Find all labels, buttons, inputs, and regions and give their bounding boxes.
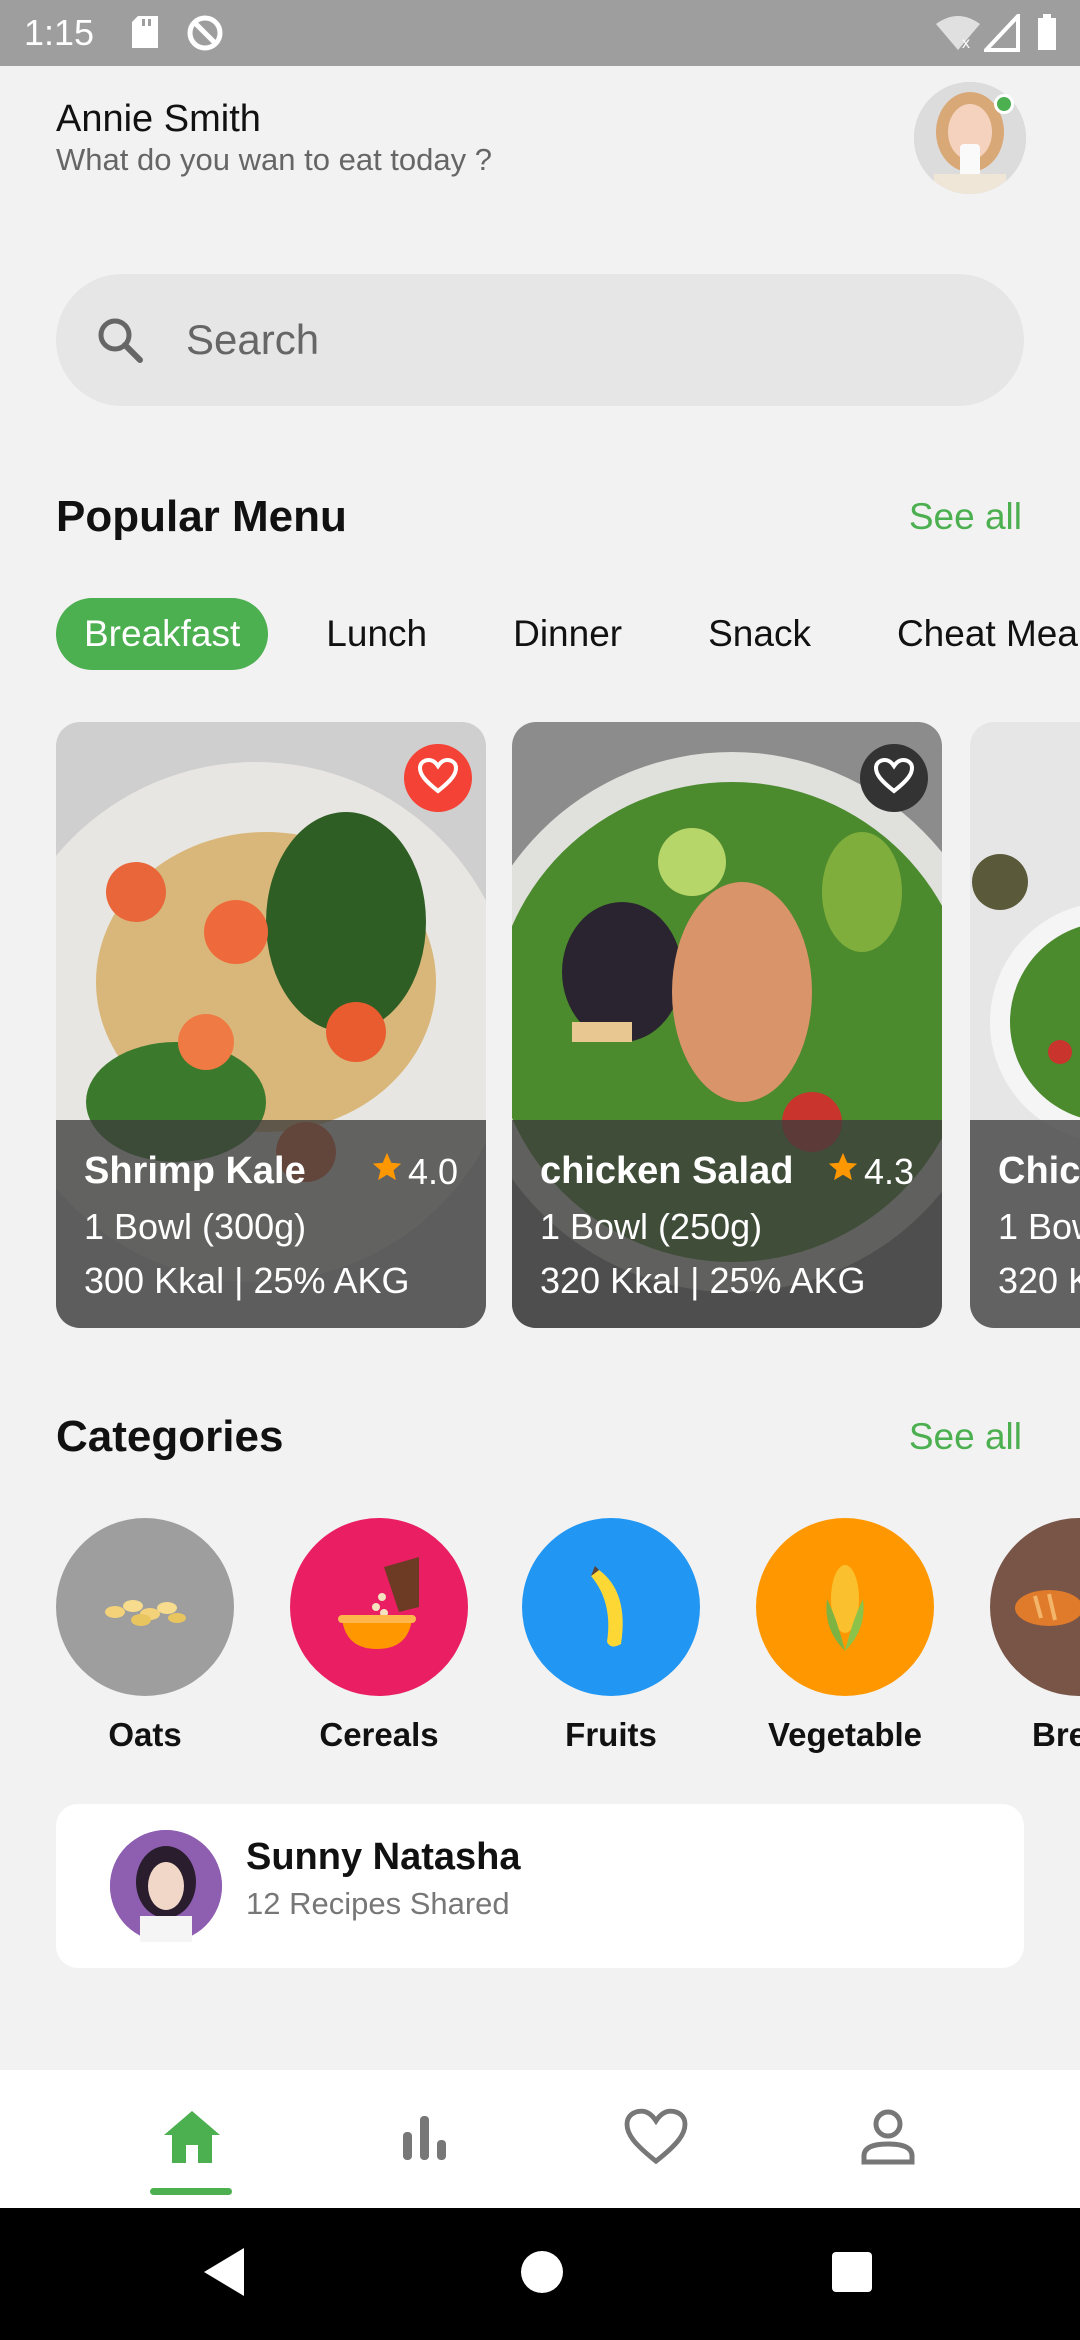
battery-icon — [1036, 14, 1058, 57]
nav-active-indicator — [150, 2188, 232, 2195]
card-calories: 320 Kkal | 25% AKG — [540, 1260, 866, 1301]
wifi-icon: x — [934, 14, 982, 57]
favorite-button[interactable] — [860, 744, 928, 812]
categories-see-all-link[interactable]: See all — [909, 1416, 1022, 1458]
card-info-panel: Chicken 1 Bowl 320 Kkal — [970, 1120, 1080, 1328]
card-portion: 1 Bowl (250g) — [540, 1206, 763, 1247]
person-icon — [860, 2108, 916, 2171]
menu-card-chicken-salad[interactable]: chicken Salad 4.3 1 Bowl (250g) 320 Kkal… — [512, 722, 942, 1328]
corn-icon — [756, 1518, 934, 1696]
author-name: Sunny Natasha — [246, 1836, 521, 1878]
category-oats[interactable]: Oats — [56, 1518, 234, 1754]
category-fruits[interactable]: Fruits — [522, 1518, 700, 1754]
greeting-subtitle: What do you wan to eat today ? — [56, 142, 492, 177]
cereal-bowl-icon — [290, 1518, 468, 1696]
nav-profile[interactable] — [848, 2104, 928, 2174]
svg-text:x: x — [962, 35, 970, 52]
rating-value: 4.3 — [863, 1150, 914, 1192]
heart-filled-icon — [417, 757, 459, 799]
system-navigation-bar — [0, 2208, 1080, 2340]
bottom-navigation — [0, 2070, 1080, 2208]
search-icon — [94, 314, 146, 371]
status-bar: 1:15 x — [0, 0, 1080, 66]
card-info-panel: chicken Salad 4.3 1 Bowl (250g) 320 Kkal… — [512, 1120, 942, 1328]
chip-breakfast[interactable]: Breakfast — [56, 598, 269, 670]
card-portion: 1 Bowl — [998, 1206, 1080, 1247]
card-title: Shrimp Kale — [84, 1150, 306, 1192]
category-bread[interactable]: Bread — [990, 1518, 1080, 1754]
category-label: Bread — [1032, 1716, 1080, 1753]
chip-dinner[interactable]: Dinner — [485, 598, 650, 670]
signal-icon — [981, 10, 1020, 57]
favorite-button[interactable] — [404, 744, 472, 812]
bread-icon — [990, 1518, 1080, 1696]
search-bar[interactable] — [56, 274, 1024, 406]
chip-lunch[interactable]: Lunch — [298, 598, 455, 670]
banana-icon — [522, 1518, 700, 1696]
status-time: 1:15 — [24, 12, 95, 53]
search-input[interactable] — [186, 308, 986, 372]
category-label: Vegetable — [767, 1716, 923, 1753]
user-name: Annie Smith — [56, 98, 261, 140]
category-label: Fruits — [565, 1716, 657, 1753]
oats-icon — [56, 1518, 234, 1696]
chip-cheat-meal[interactable]: Cheat Meal — [869, 598, 1080, 670]
card-title: chicken Salad — [540, 1150, 794, 1192]
popular-menu-title: Popular Menu — [56, 492, 347, 541]
recents-icon[interactable] — [828, 2244, 876, 2305]
card-rating: 4.3 — [826, 1150, 914, 1193]
home-icon — [162, 2109, 222, 2170]
heart-outline-icon — [623, 2108, 689, 2171]
categories-title: Categories — [56, 1412, 284, 1461]
bar-chart-icon — [399, 2112, 449, 2167]
back-icon[interactable] — [200, 2244, 248, 2305]
meal-filter-chips: Breakfast Lunch Dinner Snack Cheat Meal — [56, 598, 1080, 670]
star-icon — [370, 1150, 404, 1193]
online-status-dot — [994, 94, 1014, 114]
popular-see-all-link[interactable]: See all — [909, 496, 1022, 538]
author-avatar — [110, 1830, 222, 1942]
rating-value: 4.0 — [407, 1150, 458, 1192]
menu-card-chicken[interactable]: Chicken 1 Bowl 320 Kkal — [970, 722, 1080, 1328]
sync-disabled-icon — [186, 14, 224, 57]
sd-card-icon — [130, 14, 160, 55]
category-cereals[interactable]: Cereals — [290, 1518, 468, 1754]
card-portion: 1 Bowl (300g) — [84, 1206, 307, 1247]
card-title: Chicken — [998, 1150, 1080, 1192]
chip-snack[interactable]: Snack — [680, 598, 839, 670]
card-info-panel: Shrimp Kale 4.0 1 Bowl (300g) 300 Kkal |… — [56, 1120, 486, 1328]
card-rating: 4.0 — [370, 1150, 458, 1193]
category-label: Cereals — [319, 1716, 439, 1753]
card-calories: 300 Kkal | 25% AKG — [84, 1260, 410, 1301]
featured-author-card[interactable]: Sunny Natasha 12 Recipes Shared — [56, 1804, 1024, 1968]
nav-stats[interactable] — [384, 2104, 464, 2174]
nav-favorites[interactable] — [616, 2104, 696, 2174]
star-icon — [826, 1150, 860, 1193]
home-button-icon[interactable] — [518, 2244, 566, 2305]
author-recipes-count: 12 Recipes Shared — [246, 1886, 510, 1921]
category-label: Oats — [108, 1716, 182, 1753]
card-calories: 320 Kkal — [998, 1260, 1080, 1301]
heart-outline-icon — [873, 757, 915, 799]
menu-card-shrimp-kale[interactable]: Shrimp Kale 4.0 1 Bowl (300g) 300 Kkal |… — [56, 722, 486, 1328]
category-vegetable[interactable]: Vegetable — [756, 1518, 934, 1754]
nav-home[interactable] — [152, 2104, 232, 2174]
